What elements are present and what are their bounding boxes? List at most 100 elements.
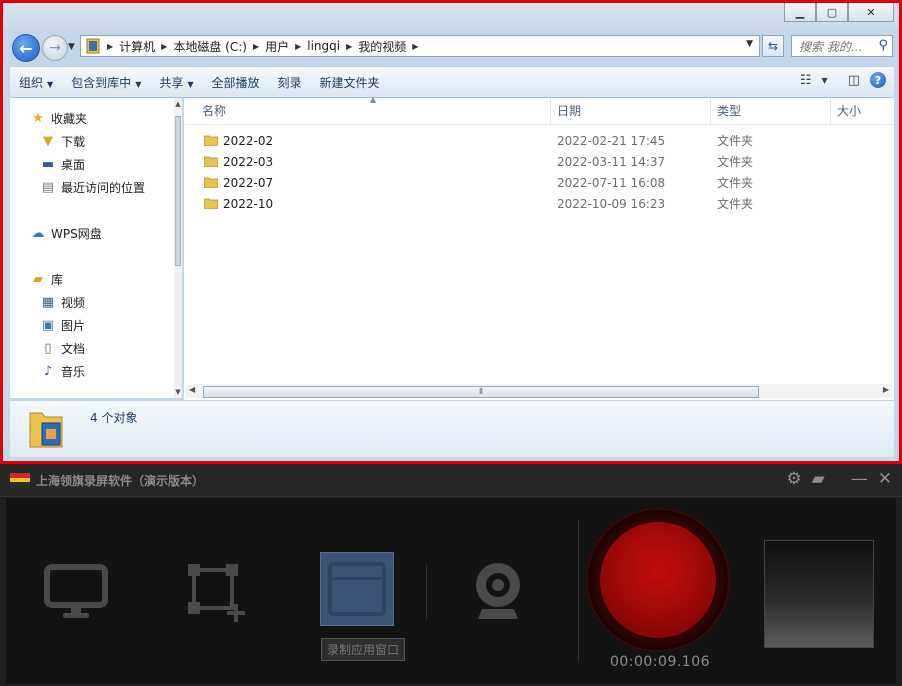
breadcrumb-separator-icon[interactable]: ▶ — [105, 42, 115, 51]
refresh-button[interactable]: ⇆ — [762, 35, 784, 57]
music-note-icon: ♪ — [43, 363, 53, 379]
column-size[interactable]: 大小 — [831, 98, 894, 124]
breadcrumb-separator-icon[interactable]: ▶ — [251, 42, 261, 51]
horizontal-scrollbar[interactable]: ◀ ⦀ ▶ — [186, 384, 892, 398]
nav-wps-drive[interactable]: ☁ WPS网盘 — [30, 223, 102, 243]
star-icon: ★ — [32, 110, 44, 126]
scroll-left-icon[interactable]: ◀ — [189, 385, 195, 394]
desktop-icon: ▬ — [41, 156, 55, 172]
back-arrow-icon: ← — [19, 38, 33, 58]
file-list: 名称 ▲ 日期 类型 大小 2022-02 2022-02-21 17:45 文… — [184, 95, 894, 400]
back-button[interactable]: ← — [12, 34, 40, 62]
record-app-window-button[interactable] — [320, 552, 394, 626]
region-select-icon — [188, 564, 245, 622]
search-input[interactable] — [797, 37, 873, 57]
nav-pictures[interactable]: ▣ 图片 — [40, 315, 85, 335]
record-region-button[interactable] — [178, 554, 254, 630]
nav-recent-places[interactable]: ▤ 最近访问的位置 — [40, 177, 145, 197]
scroll-down-icon[interactable]: ▼ — [174, 388, 182, 396]
table-row[interactable]: 2022-07 2022-07-11 16:08 文件夹 — [184, 173, 894, 193]
breadcrumb-separator-icon[interactable]: ▶ — [410, 42, 420, 51]
chevron-down-icon: ▼ — [187, 79, 194, 89]
nav-favorites[interactable]: ★ 收藏夹 — [30, 108, 87, 128]
cloud-icon: ☁ — [31, 225, 45, 241]
nav-desktop-label: 桌面 — [61, 157, 86, 172]
details-pane: 4 个对象 — [10, 400, 894, 457]
breadcrumb-separator-icon[interactable]: ▶ — [344, 42, 354, 51]
burn-button[interactable]: 刻录 — [269, 74, 311, 91]
title-bar: ▁ ▢ ✕ — [0, 0, 902, 30]
nav-wps-label: WPS网盘 — [51, 226, 102, 241]
breadcrumb-local-disk[interactable]: 本地磁盘 (C:) — [169, 38, 251, 55]
breadcrumb-separator-icon[interactable]: ▶ — [159, 42, 169, 51]
folder-icon — [204, 177, 218, 188]
nav-documents[interactable]: ▯ 文档 — [40, 338, 85, 358]
record-webcam-button[interactable] — [460, 554, 536, 630]
nav-scroll-thumb[interactable] — [175, 116, 181, 266]
breadcrumb-user[interactable]: lingqi — [303, 39, 344, 53]
address-history-dropdown-icon[interactable]: ▼ — [746, 39, 753, 49]
recorder-panel: 录制应用窗口 00:00:09.106 — [6, 498, 896, 684]
refresh-icon: ⇆ — [767, 39, 779, 53]
organize-menu[interactable]: 组织 ▼ — [10, 74, 62, 91]
file-name: 2022-03 — [223, 155, 274, 169]
view-options-dropdown-icon[interactable]: ▼ — [822, 76, 828, 85]
column-type[interactable]: 类型 — [711, 98, 831, 124]
breadcrumb-my-videos[interactable]: 我的视频 — [354, 38, 410, 55]
search-box[interactable]: ⚲ — [791, 35, 893, 57]
recent-pages-dropdown-icon[interactable]: ▼ — [68, 42, 75, 52]
scroll-right-icon[interactable]: ▶ — [883, 385, 889, 394]
close-button[interactable]: ✕ — [848, 2, 894, 22]
nav-videos[interactable]: ▦ 视频 — [40, 292, 85, 312]
item-count: 4 个对象 — [90, 411, 138, 425]
minimize-icon[interactable]: — — [851, 469, 868, 489]
table-row[interactable]: 2022-10 2022-10-09 16:23 文件夹 — [184, 194, 894, 214]
breadcrumb-separator-icon[interactable]: ▶ — [293, 42, 303, 51]
navigation-pane: ★ 收藏夹 ▼ 下载 ▬ 桌面 ▤ 最近访问的位置 ☁ WPS网盘 ▰ 库 ▦ … — [10, 98, 182, 398]
nav-libraries[interactable]: ▰ 库 — [30, 269, 63, 289]
nav-downloads[interactable]: ▼ 下载 — [40, 131, 85, 151]
nav-music[interactable]: ♪ 音乐 — [40, 361, 85, 381]
share-menu[interactable]: 共享 ▼ — [150, 74, 202, 91]
forward-button[interactable]: → — [42, 35, 68, 61]
table-row[interactable]: 2022-02 2022-02-21 17:45 文件夹 — [184, 131, 894, 151]
close-icon[interactable]: ✕ — [878, 469, 892, 489]
scroll-up-icon[interactable]: ▲ — [174, 100, 182, 108]
horizontal-scroll-thumb[interactable]: ⦀ — [203, 386, 759, 398]
include-in-library-label: 包含到库中 — [71, 75, 132, 90]
play-all-button[interactable]: 全部播放 — [203, 74, 269, 91]
table-row[interactable]: 2022-03 2022-03-11 14:37 文件夹 — [184, 152, 894, 172]
nav-documents-label: 文档 — [61, 341, 86, 356]
search-icon[interactable]: ⚲ — [878, 38, 888, 53]
file-name: 2022-02 — [223, 134, 274, 148]
view-options-icon[interactable]: ☷ — [800, 73, 812, 88]
record-fullscreen-button[interactable] — [38, 554, 114, 630]
webcam-icon — [476, 563, 520, 619]
settings-gear-icon[interactable]: ⚙ — [786, 469, 801, 489]
address-bar[interactable]: ▶ 计算机 ▶ 本地磁盘 (C:) ▶ 用户 ▶ lingqi ▶ 我的视频 ▶… — [80, 35, 760, 57]
include-in-library-menu[interactable]: 包含到库中 ▼ — [62, 74, 150, 91]
column-date[interactable]: 日期 — [551, 98, 711, 124]
record-button[interactable] — [588, 510, 728, 650]
breadcrumb: ▶ 计算机 ▶ 本地磁盘 (C:) ▶ 用户 ▶ lingqi ▶ 我的视频 ▶ — [101, 38, 420, 55]
monitor-icon — [44, 564, 108, 618]
nav-desktop[interactable]: ▬ 桌面 — [40, 154, 85, 174]
preview-pane-icon[interactable]: ◫ — [848, 73, 860, 88]
breadcrumb-users[interactable]: 用户 — [261, 38, 293, 55]
help-icon[interactable]: ? — [870, 72, 886, 88]
recorder-title-bar: 上海领旗录屏软件（演示版本） ⚙ ▰ — ✕ — [0, 464, 902, 497]
breadcrumb-computer[interactable]: 计算机 — [115, 38, 159, 55]
film-icon: ▦ — [41, 294, 55, 310]
maximize-button[interactable]: ▢ — [816, 2, 848, 22]
minimize-button[interactable]: ▁ — [784, 2, 816, 22]
picture-icon: ▣ — [41, 317, 55, 333]
new-folder-button[interactable]: 新建文件夹 — [311, 74, 389, 91]
folder-icon — [204, 156, 218, 167]
file-name: 2022-10 — [223, 197, 274, 211]
nav-scrollbar[interactable]: ▲ ▼ — [174, 98, 182, 398]
organize-label: 组织 — [19, 75, 44, 90]
nav-libraries-label: 库 — [51, 272, 64, 287]
nav-music-label: 音乐 — [61, 364, 86, 379]
folder-icon — [204, 135, 218, 146]
open-folder-icon[interactable]: ▰ — [812, 469, 825, 489]
